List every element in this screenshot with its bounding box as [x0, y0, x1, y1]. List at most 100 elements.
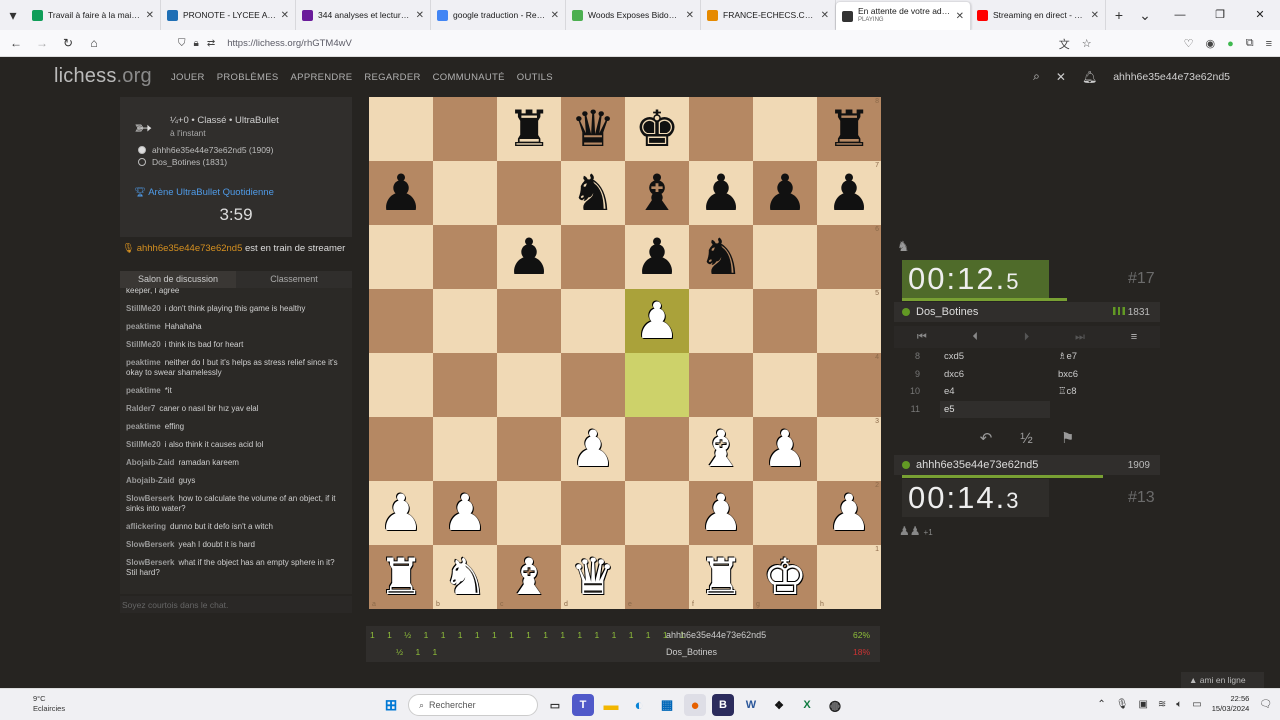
- resign-flag-icon[interactable]: ⚑: [1061, 429, 1074, 447]
- black-move[interactable]: ♖c8: [1058, 383, 1077, 400]
- chessboard[interactable]: ♜ ♛ ♚ ♜ 8 ♟ ♞ ♝ ♟ ♟ ♟ 7 ♟ ♟ ♞ 6 ♟ 5 4 ♟ ♝ ♟ 3 ♟ ♟ ♟ ♟ 2 ♜ a ♞ b ♝ c ♛ d e ♜ f ♚…: [369, 97, 881, 609]
- close-tab-icon[interactable]: ✕: [956, 11, 964, 22]
- forward-button[interactable]: →: [30, 36, 54, 50]
- square-b3[interactable]: [433, 417, 497, 481]
- tab-title[interactable]: Woods Exposes Bidonville: [588, 10, 682, 20]
- square-f2[interactable]: ♟: [689, 481, 753, 545]
- notifications-bell-icon[interactable]: 🔔︎: [1082, 70, 1097, 84]
- browser-tab[interactable]: FRANCE-ECHECS.COM - ✕: [701, 0, 836, 30]
- square-e6[interactable]: ♟: [625, 225, 689, 289]
- chat-username[interactable]: Ralder7: [126, 404, 155, 413]
- bitwarden-icon[interactable]: B: [712, 694, 734, 716]
- square-a3[interactable]: [369, 417, 433, 481]
- extensions-icon[interactable]: ⧉: [1246, 37, 1254, 50]
- square-c3[interactable]: [497, 417, 561, 481]
- account-icon[interactable]: ◉: [1205, 37, 1215, 50]
- square-d3[interactable]: ♟: [561, 417, 625, 481]
- close-window-button[interactable]: ✕: [1240, 0, 1280, 30]
- file-explorer-icon[interactable]: ▬: [600, 694, 622, 716]
- chat-username[interactable]: SlowBerserk: [126, 558, 174, 567]
- black-player[interactable]: Dos_Botines (1831): [152, 157, 227, 167]
- black-pawn-icon[interactable]: ♟: [507, 232, 552, 282]
- last-move-button[interactable]: ⏭: [1075, 331, 1085, 344]
- logo-text[interactable]: lichess: [54, 65, 117, 87]
- square-d1[interactable]: ♛ d: [561, 545, 625, 609]
- search-icon[interactable]: ⌕: [1033, 69, 1040, 84]
- close-tab-icon[interactable]: ✕: [821, 10, 829, 21]
- firefox-icon[interactable]: ●: [684, 694, 706, 716]
- black-knight-icon[interactable]: ♞: [571, 168, 616, 218]
- square-e4[interactable]: [625, 353, 689, 417]
- tab-chat[interactable]: Salon de discussion: [120, 271, 236, 288]
- black-rook-icon[interactable]: ♜: [507, 104, 552, 154]
- square-a5[interactable]: [369, 289, 433, 353]
- square-g4[interactable]: [753, 353, 817, 417]
- arena-name[interactable]: Arène UltraBullet Quotidienne: [148, 187, 274, 198]
- square-h8[interactable]: ♜ 8: [817, 97, 881, 161]
- restore-button[interactable]: ❐: [1200, 0, 1240, 30]
- chat-username[interactable]: peaktime: [126, 322, 161, 331]
- shield-icon[interactable]: ⛉: [178, 38, 186, 49]
- black-pawn-icon[interactable]: ♟: [763, 168, 808, 218]
- minimize-button[interactable]: —: [1160, 0, 1200, 30]
- menu-icon[interactable]: ≡: [1131, 331, 1137, 343]
- teams-icon[interactable]: T: [572, 694, 594, 716]
- close-tab-icon[interactable]: ✕: [1091, 10, 1099, 21]
- menu-outils[interactable]: OUTILS: [517, 72, 553, 83]
- white-queen-icon[interactable]: ♛: [571, 552, 616, 602]
- close-tab-icon[interactable]: ✕: [551, 10, 559, 21]
- arena-link[interactable]: 🏆︎ Arène UltraBullet Quotidienne: [134, 187, 274, 198]
- square-h5[interactable]: 5: [817, 289, 881, 353]
- chevron-up-icon[interactable]: ⌃: [1097, 699, 1105, 710]
- white-move[interactable]: dxc6: [944, 366, 964, 383]
- square-d6[interactable]: [561, 225, 625, 289]
- tab-title[interactable]: Travail à faire à la maison -: [48, 10, 142, 20]
- task-view-icon[interactable]: ▭: [544, 694, 566, 716]
- white-player[interactable]: ahhh6e35e44e73e62nd5 (1909): [152, 145, 273, 155]
- white-king-icon[interactable]: ♚: [763, 552, 808, 602]
- square-d2[interactable]: [561, 481, 625, 545]
- black-king-icon[interactable]: ♚: [635, 104, 680, 154]
- extension-icon[interactable]: ●: [1227, 38, 1234, 50]
- menu-icon[interactable]: ≡: [1266, 38, 1272, 50]
- weather-widget[interactable]: 9°C Eclaircies: [20, 694, 65, 714]
- back-button[interactable]: ←: [4, 36, 28, 50]
- word-icon[interactable]: W: [740, 694, 762, 716]
- square-c5[interactable]: [497, 289, 561, 353]
- tab-list-icon[interactable]: ▾: [0, 7, 26, 24]
- square-e1[interactable]: e: [625, 545, 689, 609]
- square-g5[interactable]: [753, 289, 817, 353]
- white-rook-icon[interactable]: ♜: [699, 552, 744, 602]
- volume-icon[interactable]: 🔈︎: [1176, 699, 1182, 710]
- white-pawn-icon[interactable]: ♟: [763, 424, 808, 474]
- home-button[interactable]: ⌂: [82, 36, 106, 50]
- square-e8[interactable]: ♚: [625, 97, 689, 161]
- square-h1[interactable]: 1h: [817, 545, 881, 609]
- clock[interactable]: 22:56 15/03/2024: [1212, 694, 1250, 714]
- tab-title[interactable]: google traduction - Recher: [453, 10, 547, 20]
- close-tab-icon[interactable]: ✕: [281, 10, 289, 21]
- white-bishop-icon[interactable]: ♝: [507, 552, 552, 602]
- prev-move-button[interactable]: ⏴: [973, 331, 979, 344]
- app-icon[interactable]: ◍: [824, 694, 846, 716]
- black-move[interactable]: ♗e7: [1058, 348, 1077, 365]
- tab-title[interactable]: PRONOTE - LYCEE ANTONIN AR: [183, 10, 277, 20]
- white-pawn-icon[interactable]: ♟: [827, 488, 872, 538]
- new-tab-button[interactable]: +: [1106, 7, 1132, 23]
- square-b5[interactable]: [433, 289, 497, 353]
- square-d8[interactable]: ♛: [561, 97, 625, 161]
- white-score-name[interactable]: ahhh6e35e44e73e62nd5: [666, 630, 766, 640]
- square-f6[interactable]: ♞: [689, 225, 753, 289]
- square-a2[interactable]: ♟: [369, 481, 433, 545]
- bookmark-star-icon[interactable]: ☆: [1082, 37, 1092, 50]
- tab-title[interactable]: Streaming en direct - YouTu: [993, 10, 1087, 20]
- browser-tab[interactable]: google traduction - Recher ✕: [431, 0, 566, 30]
- black-pawn-icon[interactable]: ♟: [699, 168, 744, 218]
- square-e5[interactable]: ♟: [625, 289, 689, 353]
- white-move[interactable]: cxd5: [944, 348, 964, 365]
- square-d7[interactable]: ♞: [561, 161, 625, 225]
- next-move-button[interactable]: ⏵: [1024, 331, 1030, 344]
- chat-input[interactable]: Soyez courtois dans le chat.: [120, 596, 352, 613]
- pocket-icon[interactable]: ♡: [1184, 37, 1194, 50]
- menu-communaute[interactable]: COMMUNAUTÉ: [433, 72, 505, 83]
